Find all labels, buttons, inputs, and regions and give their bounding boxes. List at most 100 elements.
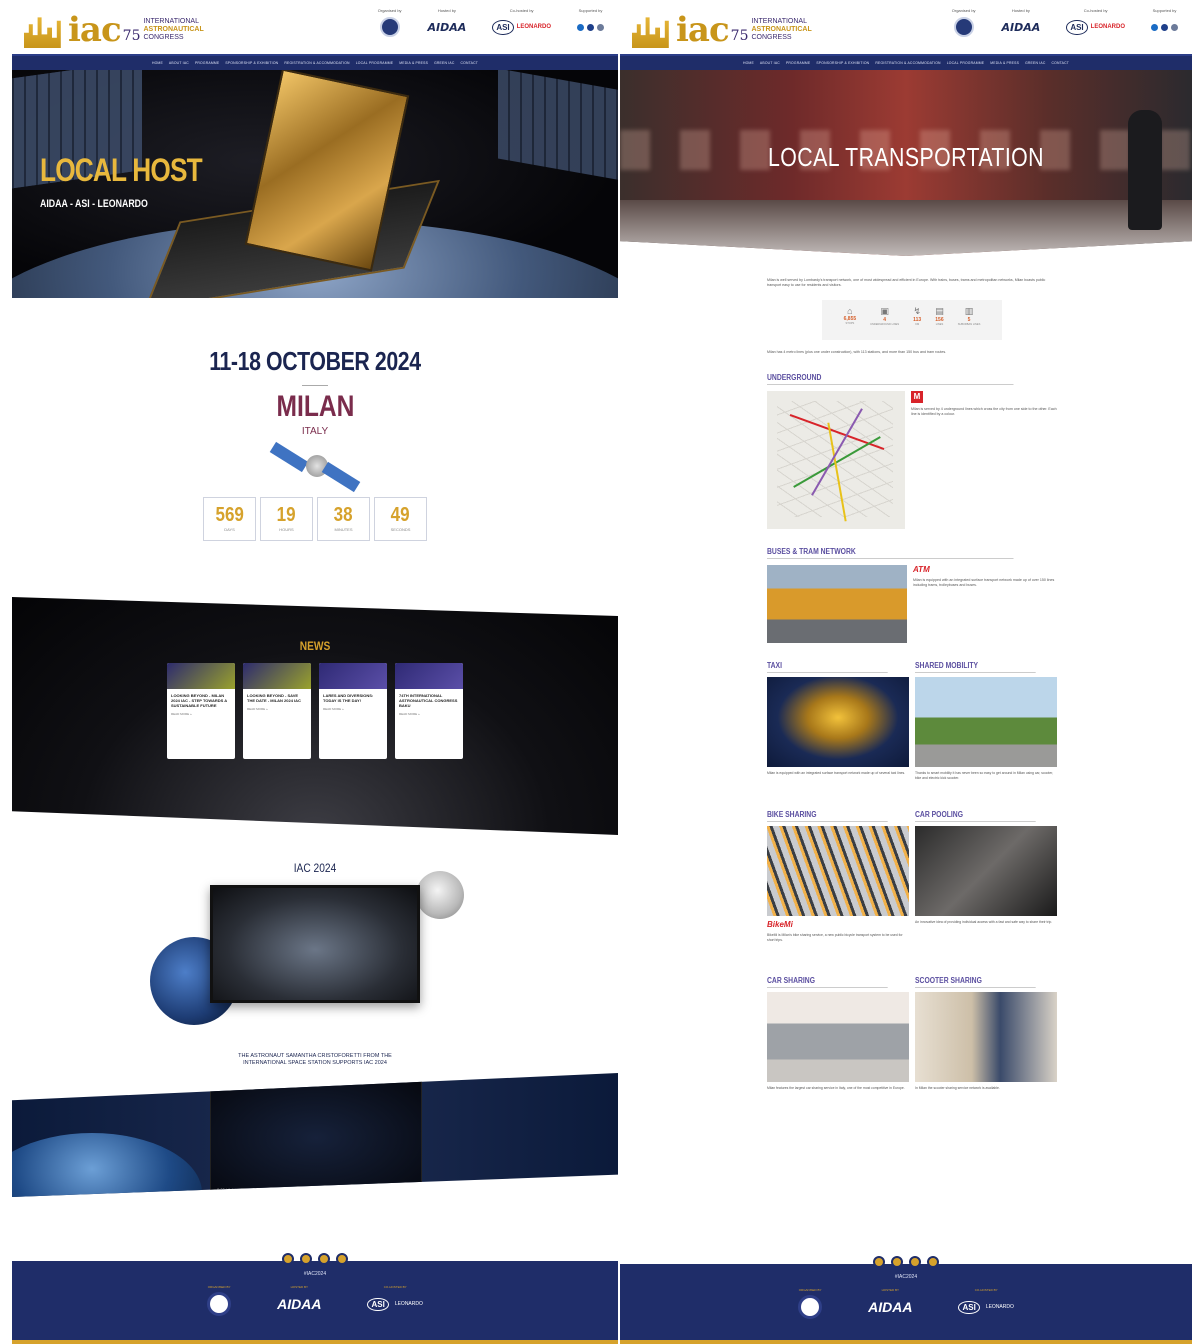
astronaut-video-player[interactable]: 0:00 / 1:04: [210, 1079, 422, 1197]
car-pooling-photo: [915, 826, 1057, 917]
nav-item[interactable]: SPONSORSHIP & EXHIBITION: [225, 61, 278, 65]
nav-item[interactable]: MEDIA & PRESS: [399, 61, 428, 65]
iac-logo[interactable]: iac 75 INTERNATIONAL ASTRONAUTICAL CONGRES…: [24, 8, 204, 48]
asi-logo[interactable]: ASI: [958, 1300, 980, 1314]
nav-item[interactable]: HOME: [743, 61, 754, 65]
read-more-link[interactable]: READ MORE »: [243, 707, 311, 711]
asi-logo[interactable]: ASI: [1066, 19, 1088, 35]
hero-title: LOCAL TRANSPORTATION: [768, 142, 1044, 172]
nav-item[interactable]: HOME: [152, 61, 163, 65]
leonardo-logo[interactable]: LEONARDO: [1091, 24, 1125, 30]
taxi-text: Milan is equipped with an integrated sur…: [767, 771, 906, 775]
sponsor-caption: Supported by: [1152, 8, 1177, 13]
read-more-link[interactable]: READ MORE »: [167, 712, 235, 716]
logo-words: INTERNATIONAL ASTRONAUTICAL CONGRESS: [143, 18, 204, 41]
promo-video[interactable]: [210, 885, 420, 1003]
aidaa-logo[interactable]: AIDAA: [428, 21, 467, 34]
sponsor-caption: Co-hosted by: [1083, 8, 1108, 13]
news-card[interactable]: 74TH INTERNATIONAL ASTRONAUTICAL CONGRES…: [395, 663, 463, 759]
tram-photo: [767, 565, 907, 643]
facebook-icon[interactable]: [873, 1256, 885, 1268]
stat-underground: ▣ 4 UNDERGROUND LINES: [870, 306, 900, 326]
bike-sharing-photo: [767, 826, 909, 917]
site-footer: #IAC2024 Organised by Hosted by AIDAA Co-…: [12, 1253, 618, 1344]
supporters-dots-icon[interactable]: [577, 16, 604, 38]
hero-subtitle: AIDAA - ASI - LEONARDO: [40, 198, 148, 210]
read-more-link[interactable]: READ MORE »: [395, 712, 463, 716]
nav-item[interactable]: GREEN IAC: [434, 61, 454, 65]
nav-item[interactable]: ABOUT IAC: [760, 61, 780, 65]
footer-logos: Organised by Hosted by AIDAA Co-hosted by…: [620, 1288, 1192, 1320]
aidaa-logo[interactable]: AIDAA: [1002, 21, 1041, 34]
iac2024-heading: IAC 2024: [293, 861, 337, 875]
news-card-title[interactable]: 74TH INTERNATIONAL ASTRONAUTICAL CONGRES…: [395, 689, 463, 712]
iaf-seal-icon[interactable]: [207, 1292, 232, 1316]
leonardo-logo[interactable]: LEONARDO: [395, 1301, 423, 1307]
iac2024-section: IAC 2024: [12, 861, 618, 1061]
news-card[interactable]: LOOKING BEYOND - MILAN 2024 IAC - STEP T…: [167, 663, 235, 759]
leonardo-logo[interactable]: LEONARDO: [986, 1304, 1014, 1310]
earth-image: [12, 1133, 202, 1197]
news-card[interactable]: LOOKING BEYOND - SAVE THE DATE - MILAN 2…: [243, 663, 311, 759]
sponsor-caption: Organised by: [377, 8, 402, 13]
sponsor-caption: Co-hosted by: [509, 8, 534, 13]
sponsor-strip: Organised by Hosted by AIDAA Co-hosted by…: [952, 8, 1178, 38]
asi-logo[interactable]: ASI: [367, 1297, 389, 1311]
youtube-icon[interactable]: [927, 1256, 939, 1268]
instagram-icon[interactable]: [318, 1253, 330, 1265]
instagram-icon[interactable]: [909, 1256, 921, 1268]
leonardo-logo[interactable]: LEONARDO: [517, 24, 551, 30]
aidaa-logo[interactable]: AIDAA: [868, 1299, 912, 1315]
event-city: MILAN: [276, 390, 354, 423]
nav-item[interactable]: PROGRAMME: [195, 61, 219, 65]
iaf-seal-icon[interactable]: [798, 1295, 823, 1319]
iaf-seal-icon[interactable]: [379, 17, 400, 37]
scooter-text: In Milan the scooter sharing service net…: [915, 1086, 1000, 1091]
nav-item[interactable]: GREEN IAC: [1025, 61, 1045, 65]
nav-item[interactable]: LOCAL PROGRAMME: [356, 61, 394, 65]
moon-image: [416, 871, 464, 919]
news-cards: LOOKING BEYOND - MILAN 2024 IAC - STEP T…: [12, 663, 618, 759]
skyline-icon: [632, 17, 669, 48]
hero-banner: LOCAL HOST AIDAA - ASI - LEONARDO: [12, 70, 618, 298]
nav-item[interactable]: MEDIA & PRESS: [990, 61, 1019, 65]
taxi-photo: [767, 677, 909, 767]
metro-icon: ▣: [880, 306, 889, 316]
read-more-link[interactable]: READ MORE »: [319, 707, 387, 711]
section-heading: CAR POOLING: [915, 810, 1036, 823]
news-card-title[interactable]: LOOKING BEYOND - MILAN 2024 IAC - STEP T…: [167, 689, 235, 712]
video-time: 0:00 / 1:04: [217, 1187, 236, 1192]
nav-item[interactable]: SPONSORSHIP & EXHIBITION: [816, 61, 869, 65]
facebook-icon[interactable]: [282, 1253, 294, 1265]
news-card-title[interactable]: LARES AND DIVERSIONS: TODAY IS THE DAY!: [319, 689, 387, 707]
iac-logo[interactable]: iac 75 INTERNATIONAL ASTRONAUTICAL CONGRES…: [632, 8, 812, 48]
section-heading: SCOOTER SHARING: [915, 976, 1036, 989]
youtube-icon[interactable]: [336, 1253, 348, 1265]
nav-item[interactable]: REGISTRATION & ACCOMMODATION: [284, 61, 349, 65]
nav-item[interactable]: LOCAL PROGRAMME: [947, 61, 985, 65]
footer-accent-bar: [620, 1340, 1192, 1344]
sponsor-strip: Organised by Hosted by AIDAA Co-hosted by…: [378, 8, 604, 38]
nav-item[interactable]: REGISTRATION & ACCOMMODATION: [875, 61, 940, 65]
twitter-icon[interactable]: [300, 1253, 312, 1265]
nav-item[interactable]: CONTACT: [1052, 61, 1070, 65]
nav-item[interactable]: ABOUT IAC: [169, 61, 189, 65]
countdown-minutes: 38 MINUTES: [317, 497, 370, 541]
logo-iac-text: iac: [676, 10, 730, 50]
twitter-icon[interactable]: [891, 1256, 903, 1268]
footer-accent-bar: [12, 1340, 618, 1344]
atm-logo: ATM: [913, 565, 930, 574]
aidaa-logo[interactable]: AIDAA: [277, 1296, 321, 1312]
nav-item[interactable]: CONTACT: [461, 61, 479, 65]
underground-section: M Milan is served by 4 underground lines…: [767, 391, 1057, 529]
iaf-seal-icon[interactable]: [953, 17, 974, 37]
stat-suburban: ▥ 5 SUBURBAN LINES: [957, 306, 981, 326]
nav-item[interactable]: PROGRAMME: [786, 61, 810, 65]
news-card-title[interactable]: LOOKING BEYOND - SAVE THE DATE - MILAN 2…: [243, 689, 311, 707]
countdown: 569 DAYS 19 HOURS 38 MINUTES 49 SECONDS: [12, 497, 618, 541]
news-card[interactable]: LARES AND DIVERSIONS: TODAY IS THE DAY! R…: [319, 663, 387, 759]
metro-map[interactable]: [767, 391, 905, 529]
bikemi-logo: BikeMi: [767, 920, 793, 930]
supporters-dots-icon[interactable]: [1151, 16, 1178, 38]
asi-logo[interactable]: ASI: [492, 19, 514, 35]
